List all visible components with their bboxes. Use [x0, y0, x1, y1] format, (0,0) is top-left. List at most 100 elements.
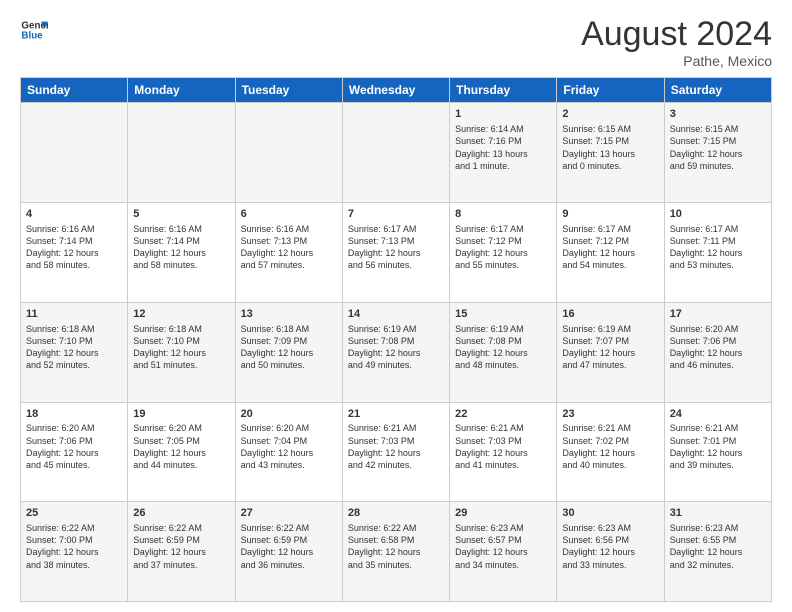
cell-text: and 35 minutes. [348, 559, 444, 571]
cell-text: Daylight: 12 hours [241, 546, 337, 558]
cell-w5-d6: 30Sunrise: 6:23 AMSunset: 6:56 PMDayligh… [557, 502, 664, 602]
cell-text: and 59 minutes. [670, 160, 766, 172]
cell-text: and 42 minutes. [348, 459, 444, 471]
cell-text: Daylight: 12 hours [670, 447, 766, 459]
col-monday: Monday [128, 78, 235, 103]
cell-text: and 56 minutes. [348, 259, 444, 271]
cell-text: Sunset: 7:15 PM [670, 135, 766, 147]
cell-text: Sunset: 7:01 PM [670, 435, 766, 447]
day-number: 19 [133, 407, 229, 422]
cell-text: Sunset: 7:09 PM [241, 335, 337, 347]
day-number: 26 [133, 506, 229, 521]
cell-text: Daylight: 12 hours [348, 347, 444, 359]
day-number: 22 [455, 407, 551, 422]
cell-w5-d5: 29Sunrise: 6:23 AMSunset: 6:57 PMDayligh… [450, 502, 557, 602]
cell-w3-d2: 12Sunrise: 6:18 AMSunset: 7:10 PMDayligh… [128, 302, 235, 402]
cell-text: and 55 minutes. [455, 259, 551, 271]
cell-w3-d6: 16Sunrise: 6:19 AMSunset: 7:07 PMDayligh… [557, 302, 664, 402]
cell-text: and 34 minutes. [455, 559, 551, 571]
cell-text: Daylight: 13 hours [455, 148, 551, 160]
cell-w3-d4: 14Sunrise: 6:19 AMSunset: 7:08 PMDayligh… [342, 302, 449, 402]
subtitle: Pathe, Mexico [581, 53, 772, 69]
cell-text: Sunrise: 6:17 AM [455, 223, 551, 235]
cell-text: Sunset: 7:14 PM [26, 235, 122, 247]
cell-text: and 40 minutes. [562, 459, 658, 471]
col-friday: Friday [557, 78, 664, 103]
cell-text: and 36 minutes. [241, 559, 337, 571]
cell-w3-d5: 15Sunrise: 6:19 AMSunset: 7:08 PMDayligh… [450, 302, 557, 402]
cell-text: Sunset: 7:05 PM [133, 435, 229, 447]
day-number: 18 [26, 407, 122, 422]
cell-w5-d7: 31Sunrise: 6:23 AMSunset: 6:55 PMDayligh… [664, 502, 771, 602]
header: General Blue August 2024 Pathe, Mexico [20, 16, 772, 69]
cell-text: Sunrise: 6:21 AM [670, 422, 766, 434]
cell-text: and 45 minutes. [26, 459, 122, 471]
col-wednesday: Wednesday [342, 78, 449, 103]
day-number: 6 [241, 207, 337, 222]
cell-text: and 48 minutes. [455, 359, 551, 371]
cell-text: and 38 minutes. [26, 559, 122, 571]
cell-text: Sunrise: 6:15 AM [562, 123, 658, 135]
calendar: Sunday Monday Tuesday Wednesday Thursday… [20, 77, 772, 602]
cell-text: and 44 minutes. [133, 459, 229, 471]
week-row-2: 4Sunrise: 6:16 AMSunset: 7:14 PMDaylight… [21, 203, 772, 303]
cell-text: Sunrise: 6:21 AM [455, 422, 551, 434]
day-number: 30 [562, 506, 658, 521]
cell-text: Sunrise: 6:18 AM [241, 323, 337, 335]
cell-text: Daylight: 12 hours [670, 546, 766, 558]
cell-text: Sunrise: 6:20 AM [133, 422, 229, 434]
cell-text: and 57 minutes. [241, 259, 337, 271]
day-number: 31 [670, 506, 766, 521]
day-number: 20 [241, 407, 337, 422]
calendar-table: Sunday Monday Tuesday Wednesday Thursday… [20, 77, 772, 602]
day-number: 24 [670, 407, 766, 422]
cell-text: Sunrise: 6:16 AM [241, 223, 337, 235]
day-number: 16 [562, 307, 658, 322]
cell-text: Daylight: 12 hours [455, 347, 551, 359]
cell-text: Daylight: 12 hours [562, 247, 658, 259]
cell-w1-d4 [342, 103, 449, 203]
cell-text: Daylight: 12 hours [348, 447, 444, 459]
cell-w2-d2: 5Sunrise: 6:16 AMSunset: 7:14 PMDaylight… [128, 203, 235, 303]
cell-w5-d4: 28Sunrise: 6:22 AMSunset: 6:58 PMDayligh… [342, 502, 449, 602]
col-saturday: Saturday [664, 78, 771, 103]
cell-text: Sunrise: 6:22 AM [348, 522, 444, 534]
logo-icon: General Blue [20, 16, 48, 44]
cell-text: Sunset: 7:10 PM [26, 335, 122, 347]
cell-text: Sunset: 7:12 PM [562, 235, 658, 247]
cell-text: Sunset: 7:07 PM [562, 335, 658, 347]
day-number: 21 [348, 407, 444, 422]
cell-text: Sunset: 7:10 PM [133, 335, 229, 347]
cell-text: and 52 minutes. [26, 359, 122, 371]
cell-text: Daylight: 12 hours [455, 247, 551, 259]
cell-text: Daylight: 12 hours [26, 347, 122, 359]
main-title: August 2024 [581, 16, 772, 53]
cell-w4-d2: 19Sunrise: 6:20 AMSunset: 7:05 PMDayligh… [128, 402, 235, 502]
cell-text: Sunrise: 6:19 AM [348, 323, 444, 335]
page: General Blue August 2024 Pathe, Mexico S… [0, 0, 792, 612]
cell-text: Daylight: 12 hours [562, 447, 658, 459]
cell-text: and 47 minutes. [562, 359, 658, 371]
cell-w4-d5: 22Sunrise: 6:21 AMSunset: 7:03 PMDayligh… [450, 402, 557, 502]
day-number: 1 [455, 107, 551, 122]
cell-w2-d1: 4Sunrise: 6:16 AMSunset: 7:14 PMDaylight… [21, 203, 128, 303]
cell-text: Daylight: 12 hours [133, 347, 229, 359]
cell-w2-d4: 7Sunrise: 6:17 AMSunset: 7:13 PMDaylight… [342, 203, 449, 303]
cell-text: and 49 minutes. [348, 359, 444, 371]
day-number: 23 [562, 407, 658, 422]
cell-w5-d2: 26Sunrise: 6:22 AMSunset: 6:59 PMDayligh… [128, 502, 235, 602]
cell-text: and 43 minutes. [241, 459, 337, 471]
week-row-3: 11Sunrise: 6:18 AMSunset: 7:10 PMDayligh… [21, 302, 772, 402]
cell-text: Sunrise: 6:16 AM [133, 223, 229, 235]
cell-w2-d7: 10Sunrise: 6:17 AMSunset: 7:11 PMDayligh… [664, 203, 771, 303]
cell-text: Sunset: 6:58 PM [348, 534, 444, 546]
cell-text: Daylight: 12 hours [670, 347, 766, 359]
cell-w4-d7: 24Sunrise: 6:21 AMSunset: 7:01 PMDayligh… [664, 402, 771, 502]
day-number: 5 [133, 207, 229, 222]
cell-text: Daylight: 12 hours [133, 447, 229, 459]
cell-w3-d1: 11Sunrise: 6:18 AMSunset: 7:10 PMDayligh… [21, 302, 128, 402]
cell-text: and 53 minutes. [670, 259, 766, 271]
cell-text: Sunrise: 6:22 AM [26, 522, 122, 534]
day-number: 25 [26, 506, 122, 521]
cell-text: Sunset: 7:08 PM [455, 335, 551, 347]
